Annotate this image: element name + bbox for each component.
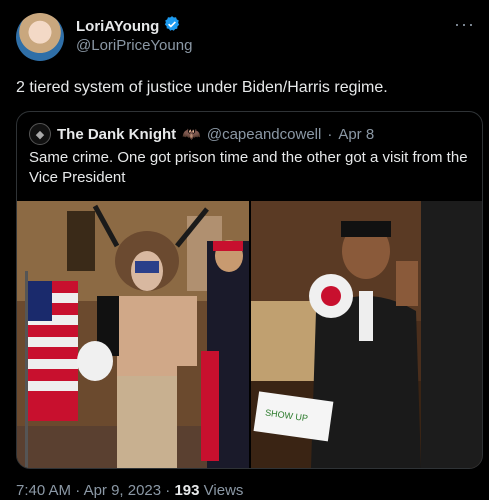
quoted-separator: ·: [327, 125, 333, 143]
author-display-name[interactable]: LoriAYoung: [76, 18, 159, 35]
bat-emoji-icon: 🦇: [182, 126, 201, 143]
quoted-tweet-date[interactable]: Apr 8: [338, 126, 374, 143]
photo-left-illustration: [17, 201, 249, 468]
quoted-author-handle[interactable]: @capeandcowell: [207, 126, 321, 143]
views-label: Views: [203, 482, 244, 499]
photo-left[interactable]: [17, 201, 249, 468]
tweet-time[interactable]: 7:40 AM: [16, 482, 71, 499]
photo-right-illustration: SHOW UP: [251, 201, 482, 468]
media-grid: SHOW UP: [17, 201, 482, 468]
author-name-row: LoriAYoung: [76, 15, 181, 38]
verified-badge-icon: [163, 15, 181, 38]
views-count: 193: [174, 482, 200, 499]
photo-right[interactable]: SHOW UP: [251, 201, 482, 468]
tweet-footer: 7:40 AM · Apr 9, 2023 · 193 Views: [16, 482, 243, 499]
quoted-author-avatar[interactable]: ◆: [29, 123, 51, 145]
footer-separator: ·: [75, 482, 84, 499]
quoted-tweet-text: Same crime. One got prison time and the …: [29, 149, 468, 186]
quoted-author-name[interactable]: The Dank Knight: [57, 126, 176, 143]
more-options-icon[interactable]: ···: [454, 14, 475, 35]
quoted-tweet[interactable]: ◆ The Dank Knight 🦇 @capeandcowell · Apr…: [16, 111, 483, 469]
author-handle[interactable]: @LoriPriceYoung: [76, 37, 192, 54]
tweet-text: 2 tiered system of justice under Biden/H…: [16, 79, 388, 96]
tweet-date[interactable]: Apr 9, 2023: [84, 482, 162, 499]
quoted-tweet-header: ◆ The Dank Knight 🦇 @capeandcowell · Apr…: [29, 123, 374, 145]
author-avatar[interactable]: [16, 13, 64, 61]
